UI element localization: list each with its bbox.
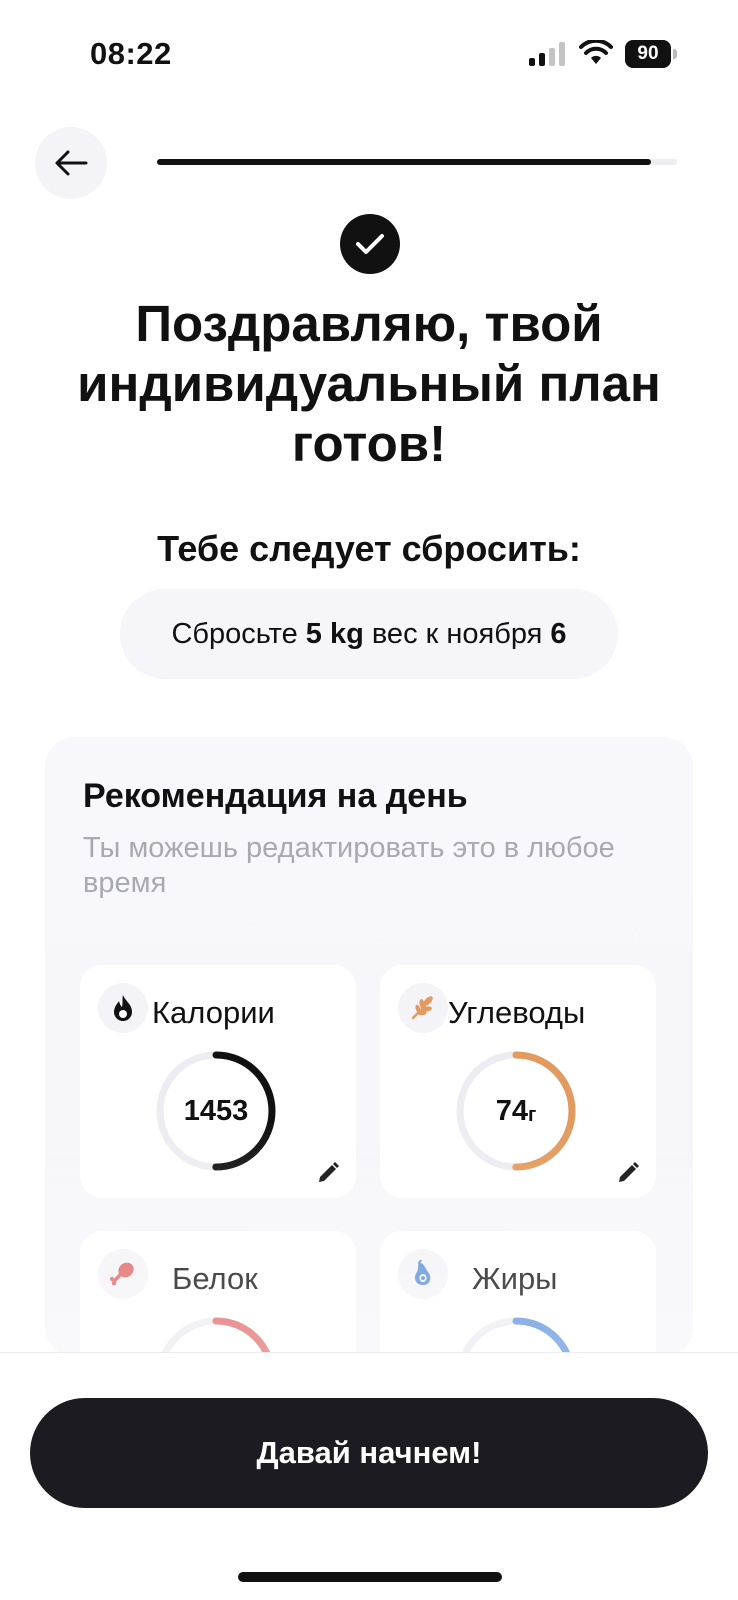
page-subtitle: Тебе следует сбросить: <box>157 528 581 569</box>
daily-recommendation-panel: Рекомендация на день Ты можешь редактиро… <box>45 737 693 1357</box>
calories-value: 1453 <box>183 1094 249 1127</box>
fats-ring <box>456 1317 576 1357</box>
onboarding-progress-bar <box>157 159 677 165</box>
goal-amount: 5 <box>305 617 322 650</box>
protein-ring <box>156 1317 276 1357</box>
carbs-card[interactable]: Углеводы 74 г <box>380 965 656 1198</box>
get-started-button[interactable]: Давай начнем! <box>30 1398 708 1508</box>
status-bar: 08:22 90 <box>0 0 738 100</box>
flame-icon <box>98 983 148 1033</box>
drumstick-icon <box>98 1249 148 1299</box>
card-label: Углеводы <box>448 995 586 1030</box>
wifi-icon <box>579 40 613 64</box>
card-label: Белок <box>172 1261 258 1296</box>
card-label: Калории <box>152 995 275 1030</box>
checkmark-icon <box>340 214 400 274</box>
cellular-signal-icon <box>529 42 565 66</box>
progress-fill <box>157 159 651 165</box>
recommendation-title: Рекомендация на день <box>83 777 468 815</box>
home-indicator <box>238 1572 502 1582</box>
goal-unit: kg <box>321 617 364 650</box>
status-time: 08:22 <box>90 36 172 71</box>
battery-icon: 90 <box>625 40 677 68</box>
recommendation-subtitle: Ты можешь редактировать это в любое врем… <box>83 832 615 899</box>
wheat-icon <box>398 983 448 1033</box>
card-label: Жиры <box>472 1261 558 1296</box>
back-button[interactable] <box>35 127 107 199</box>
goal-middle: вес к ноября <box>363 617 551 650</box>
goal-day: 6 <box>550 617 567 650</box>
page-title: Поздравляю, твой индивидуальный план гот… <box>77 295 661 472</box>
weight-goal-pill: Сбросьте 5 kg вес к ноября 6 <box>120 589 618 679</box>
arrow-left-icon <box>55 150 88 176</box>
edit-pencil-icon[interactable] <box>316 1161 340 1185</box>
goal-prefix: Сбросьте <box>171 617 306 650</box>
avocado-icon <box>398 1249 448 1299</box>
battery-level: 90 <box>625 40 671 68</box>
fats-card[interactable]: Жиры <box>380 1231 656 1357</box>
edit-pencil-icon[interactable] <box>616 1161 640 1185</box>
calories-card[interactable]: Калории 1453 <box>80 965 356 1198</box>
carbs-value: 74 г <box>495 1094 537 1127</box>
protein-card[interactable]: Белок <box>80 1231 356 1357</box>
screen: 08:22 90 Поздравляю, твой индивидуальный <box>0 0 738 1600</box>
